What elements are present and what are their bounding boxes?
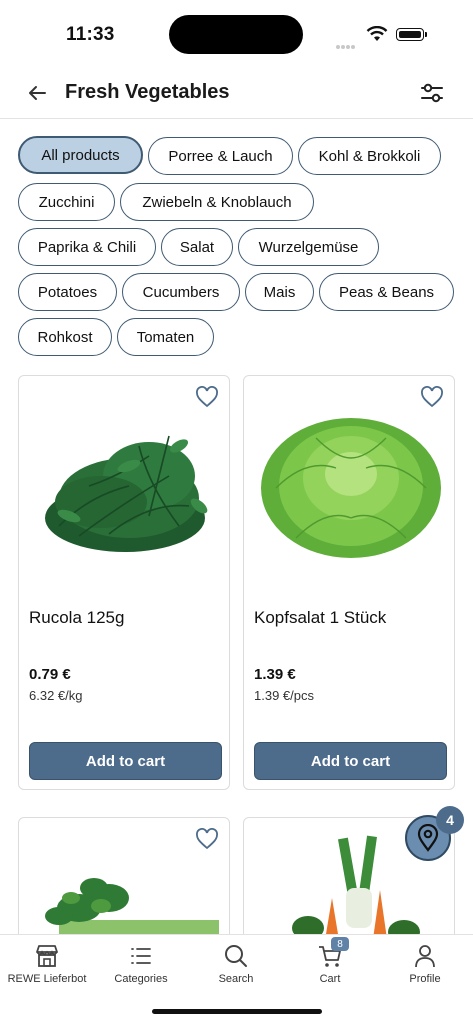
store-icon [36, 945, 58, 967]
signal-icon [336, 36, 356, 54]
add-to-cart-button[interactable]: Add to cart [29, 742, 222, 780]
tab-label: Cart [319, 973, 341, 985]
dynamic-island [169, 15, 303, 54]
product-price: 1.39 € [254, 666, 296, 683]
tab-cart[interactable]: Cart [285, 943, 375, 985]
chip-cucumbers[interactable]: Cucumbers [122, 273, 240, 311]
product-unit-price: 1.39 €/pcs [254, 688, 314, 703]
chip-rohkost[interactable]: Rohkost [18, 318, 112, 356]
product-card[interactable]: Kopfsalat 1 Stück 1.39 € 1.39 €/pcs Add … [243, 375, 455, 790]
chip-tomaten[interactable]: Tomaten [117, 318, 214, 356]
tab-label: Categories [114, 973, 168, 985]
rucola-product-image [45, 435, 208, 552]
add-to-cart-button[interactable]: Add to cart [254, 742, 447, 780]
filter-sliders-icon[interactable] [419, 80, 445, 106]
map-pin-icon [417, 824, 439, 852]
tab-categories[interactable]: Categories [96, 943, 186, 985]
product-name: Kopfsalat 1 Stück [254, 608, 387, 627]
celery-product-image [45, 878, 219, 938]
search-icon [225, 945, 247, 967]
wifi-icon [366, 26, 388, 41]
heart-icon[interactable] [195, 386, 219, 408]
chip-peas-beans[interactable]: Peas & Beans [319, 273, 454, 311]
chip-paprika-chili[interactable]: Paprika & Chili [18, 228, 156, 266]
list-icon [131, 948, 151, 964]
chip-wurzelgemuese[interactable]: Wurzelgemüse [238, 228, 379, 266]
product-price: 0.79 € [29, 666, 71, 683]
product-name: Rucola 125g [29, 608, 125, 627]
tab-label: Profile [409, 973, 441, 985]
chip-all-products[interactable]: All products [18, 136, 143, 174]
page-title: Fresh Vegetables [65, 81, 230, 103]
chip-kohl-brokkoli[interactable]: Kohl & Brokkoli [298, 137, 441, 175]
heart-icon[interactable] [195, 828, 219, 850]
chip-porree-lauch[interactable]: Porree & Lauch [148, 137, 293, 175]
tab-label: REWE Lieferbot [7, 973, 87, 985]
tab-label: Search [218, 973, 254, 985]
lettuce-product-image [261, 418, 441, 558]
location-badge: 4 [436, 806, 464, 834]
person-icon [415, 945, 435, 968]
tab-rewe-lieferbot[interactable]: REWE Lieferbot [2, 943, 92, 985]
back-arrow-icon[interactable] [26, 82, 48, 104]
chip-mais[interactable]: Mais [245, 273, 314, 311]
product-unit-price: 6.32 €/kg [29, 688, 83, 703]
chip-potatoes[interactable]: Potatoes [18, 273, 117, 311]
tab-profile[interactable]: Profile [380, 943, 470, 985]
status-bar: 11:33 [0, 0, 473, 62]
product-card[interactable]: Rucola 125g 0.79 € 6.32 €/kg Add to cart [18, 375, 230, 790]
home-indicator [152, 1009, 322, 1014]
top-app-bar: Fresh Vegetables [0, 62, 473, 119]
status-time: 11:33 [66, 24, 115, 45]
chip-zwiebeln-knoblauch[interactable]: Zwiebeln & Knoblauch [120, 183, 314, 221]
tab-search[interactable]: Search [191, 943, 281, 985]
chip-salat[interactable]: Salat [161, 228, 233, 266]
battery-icon [396, 28, 427, 41]
chip-zucchini[interactable]: Zucchini [18, 183, 115, 221]
cart-count-badge: 8 [331, 937, 349, 951]
